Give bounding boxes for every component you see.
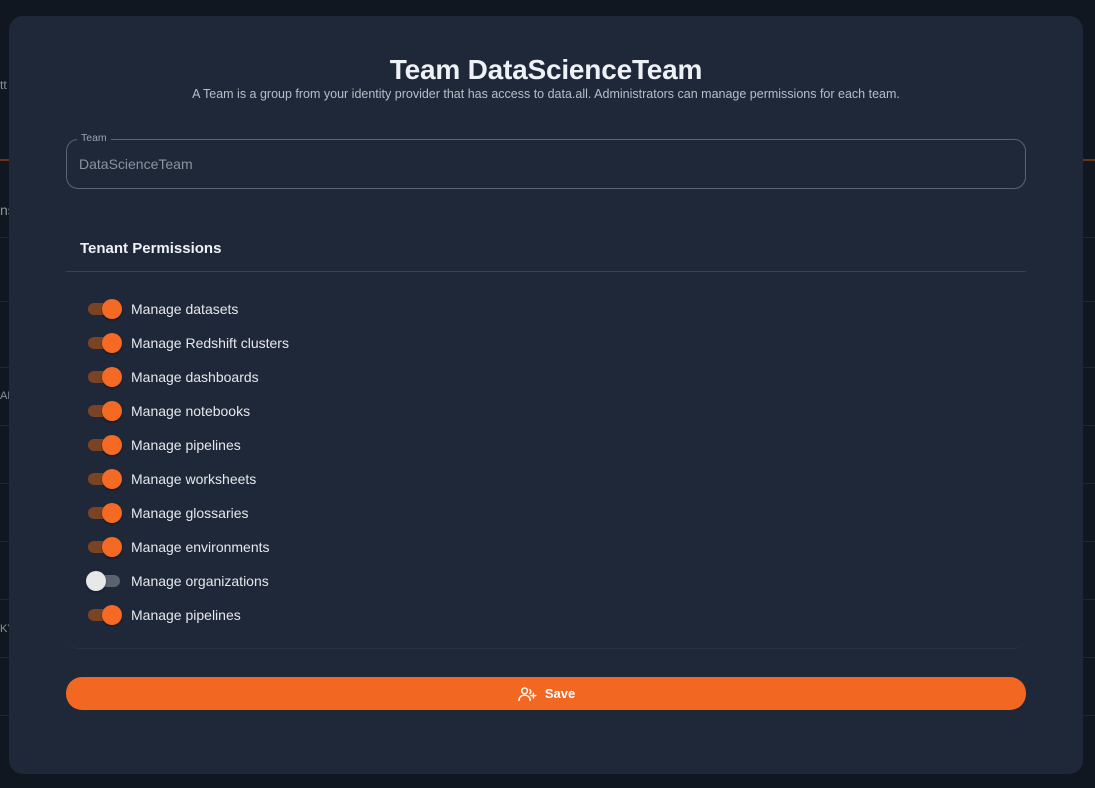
permission-label: Manage pipelines (131, 607, 241, 623)
permission-toggle-manage-worksheets[interactable] (86, 469, 124, 489)
permission-label: Manage notebooks (131, 403, 251, 419)
permission-label: Manage dashboards (131, 369, 259, 385)
permission-toggle-manage-glossaries[interactable] (86, 503, 124, 523)
permission-label: Manage organizations (131, 573, 269, 589)
permission-label: Manage glossaries (131, 505, 249, 521)
permission-toggle-manage-organizations[interactable] (86, 571, 124, 591)
permission-row: Manage dashboards (86, 360, 289, 394)
permission-row: Manage environments (86, 530, 289, 564)
permission-toggle-manage-environments[interactable] (86, 537, 124, 557)
permission-toggle-manage-datasets[interactable] (86, 299, 124, 319)
team-field: Team (66, 132, 1026, 189)
save-button[interactable]: Save (66, 677, 1026, 710)
permission-label: Manage worksheets (131, 471, 257, 487)
permissions-divider (66, 271, 1026, 272)
permission-row: Manage worksheets (86, 462, 289, 496)
permission-row: Manage pipelines (86, 598, 289, 632)
user-add-icon (518, 686, 537, 701)
background-text-fragment: tt (0, 78, 7, 92)
team-permissions-dialog: Team DataScienceTeam A Team is a group f… (9, 16, 1083, 774)
permission-label: Manage datasets (131, 301, 239, 317)
permission-label: Manage Redshift clusters (131, 335, 289, 351)
team-input[interactable] (79, 140, 1013, 188)
permission-label: Manage pipelines (131, 437, 241, 453)
permission-toggle-manage-pipelines[interactable] (86, 435, 124, 455)
permission-toggle-manage-redshift-clusters[interactable] (86, 333, 124, 353)
permission-row: Manage Redshift clusters (86, 326, 289, 360)
permission-row: Manage organizations (86, 564, 289, 598)
permission-label: Manage environments (131, 539, 270, 555)
tenant-permissions-card: Tenant Permissions Manage datasets Manag… (66, 221, 1026, 649)
permission-toggle-manage-pipelines-2[interactable] (86, 605, 124, 625)
permission-toggle-manage-dashboards[interactable] (86, 367, 124, 387)
permission-row: Manage pipelines (86, 428, 289, 462)
permission-row: Manage datasets (86, 292, 289, 326)
permission-toggle-manage-notebooks[interactable] (86, 401, 124, 421)
save-button-label: Save (544, 686, 576, 701)
permissions-list: Manage datasets Manage Redshift clusters… (86, 292, 289, 632)
dialog-subtitle: A Team is a group from your identity pro… (192, 87, 900, 101)
tenant-permissions-header: Tenant Permissions (80, 240, 222, 257)
permission-row: Manage glossaries (86, 496, 289, 530)
dialog-title: Team DataScienceTeam (389, 54, 703, 85)
permission-row: Manage notebooks (86, 394, 289, 428)
